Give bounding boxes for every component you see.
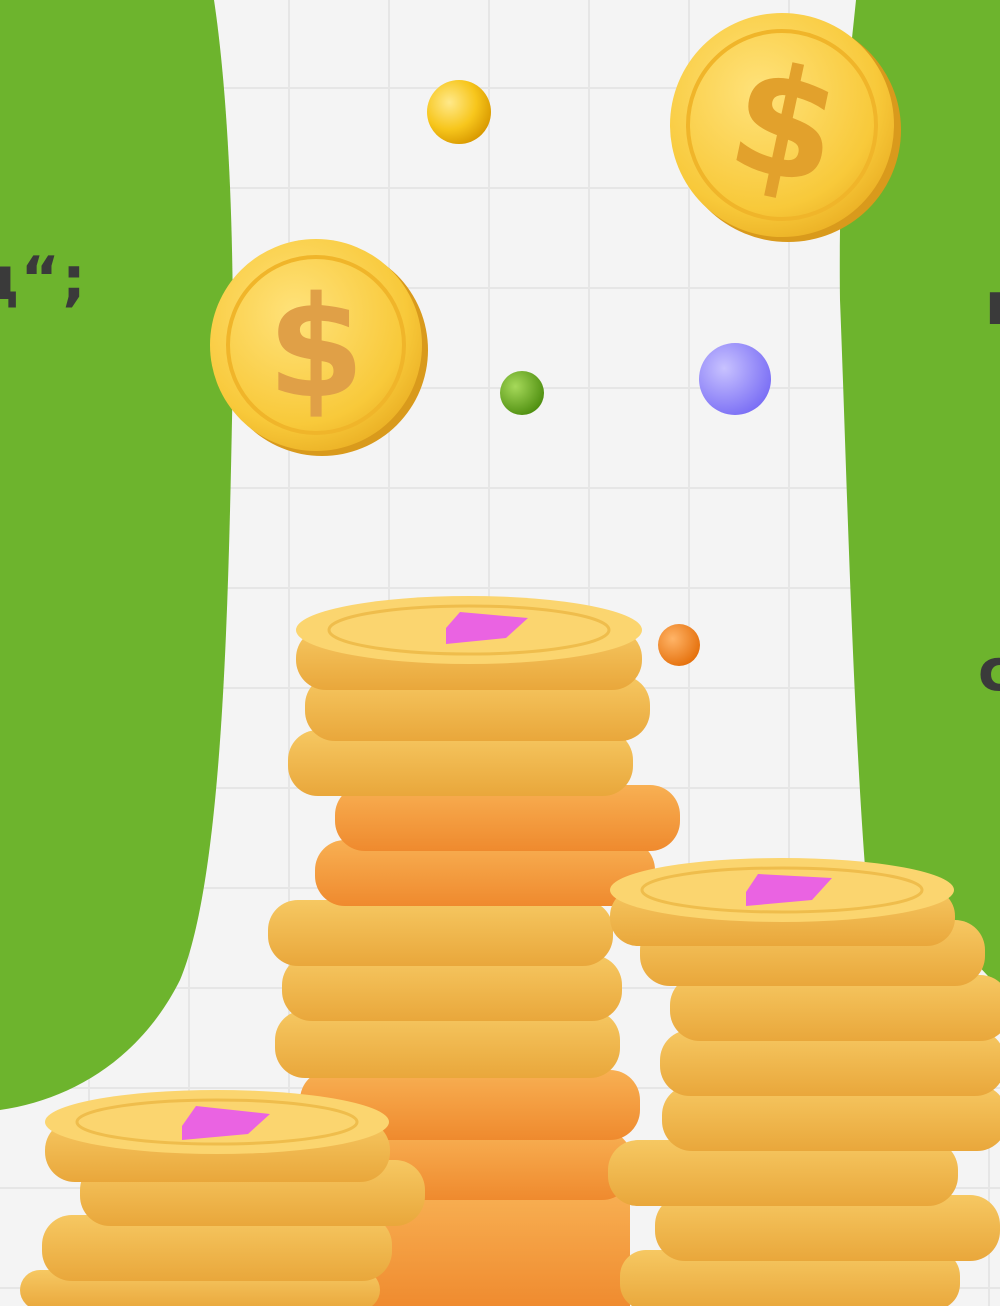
dollar-coin-icon: $	[210, 239, 428, 456]
clipped-text-left: ц“;	[0, 244, 88, 314]
illustration: $ $	[0, 0, 1000, 1306]
svg-text:$: $	[267, 267, 364, 430]
purple-ball-icon	[699, 343, 771, 415]
yellow-ball-icon	[427, 80, 491, 144]
coin-stack-right	[608, 858, 1000, 1306]
coin-stack-left	[20, 1090, 425, 1306]
orange-ball-icon	[658, 624, 700, 666]
clipped-text-right-top: r	[985, 270, 1000, 338]
left-green-blob	[0, 0, 233, 1110]
green-ball-icon	[500, 371, 544, 415]
clipped-text-right-middle: c	[978, 636, 1000, 704]
